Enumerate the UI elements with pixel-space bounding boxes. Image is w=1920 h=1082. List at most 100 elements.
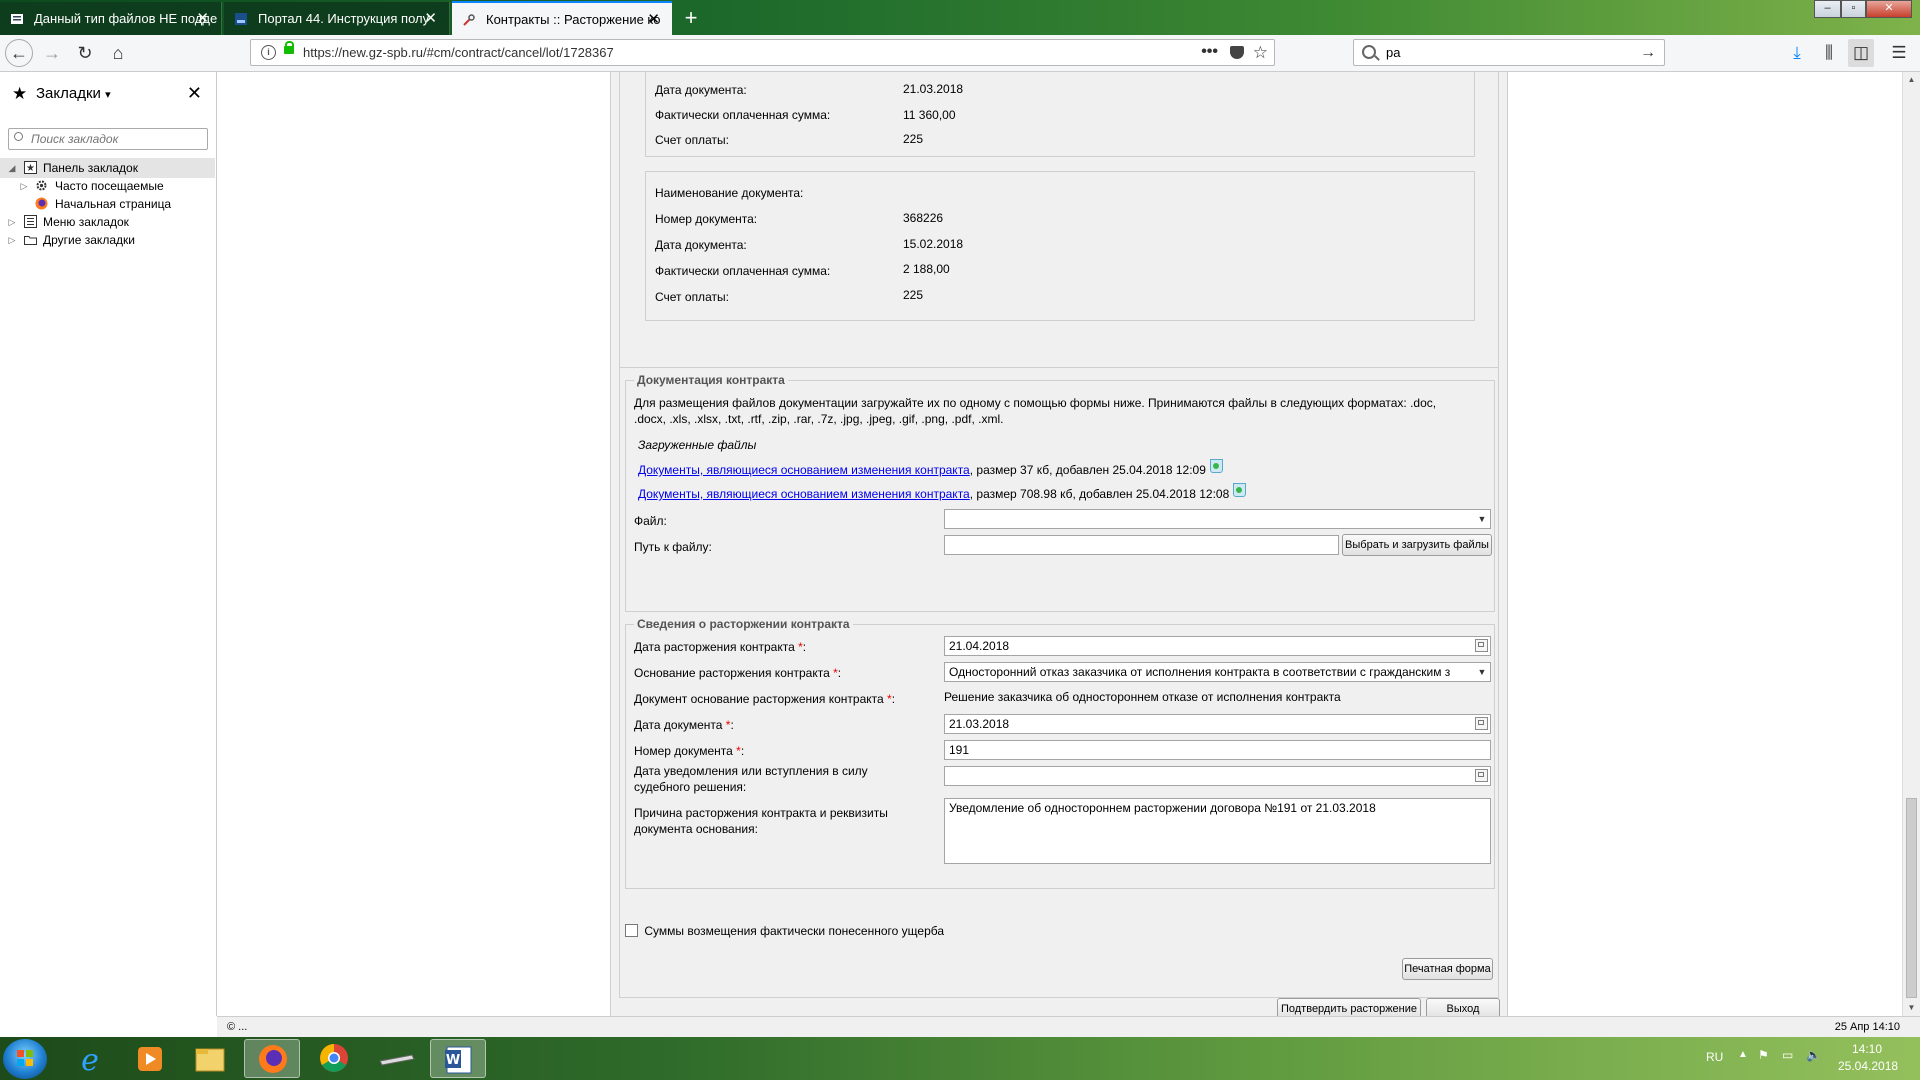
chevron-down-icon: ▾ [105,89,111,101]
doc-date-label: Дата документа: [655,83,747,97]
scroll-down-icon[interactable]: ▼ [1903,1000,1920,1016]
account-value: 225 [903,132,924,146]
sidebar-header: ★ Закладки ▾ ✕ [0,82,216,108]
word-icon: W [445,1046,472,1074]
bookmarks-sidebar: ★ Закладки ▾ ✕ ◢ ★ Панель закладок ▷ Час… [0,72,217,1016]
page-actions-icon[interactable]: ••• [1201,40,1218,63]
tree-item-most-visited[interactable]: ▷ Часто посещаемые [0,176,215,196]
search-go-icon[interactable]: → [1640,40,1656,65]
start-button[interactable] [3,1039,47,1079]
sidebar-title[interactable]: Закладки ▾ [36,82,111,107]
tree-item-bookmarks-menu[interactable]: ▷ Меню закладок [0,212,215,232]
window-close-button[interactable]: ✕ [1866,0,1912,18]
svg-text:W: W [446,1053,460,1068]
minimize-button[interactable]: – [1814,0,1841,18]
url-text[interactable]: https://new.gz-spb.ru/#cm/contract/cance… [303,40,614,65]
media-player-icon [138,1047,162,1071]
close-icon[interactable]: ✕ [647,3,660,35]
action-center-flag-icon[interactable]: ⚑ [1758,1048,1769,1062]
taskbar-ie[interactable]: e [62,1039,118,1078]
library-icon[interactable]: ⫼ [1816,39,1842,67]
pocket-icon[interactable] [1230,46,1244,59]
taskbar-chrome[interactable] [306,1039,362,1078]
bookmark-star-icon[interactable]: ☆ [1253,40,1268,65]
arrow-right-icon: → [43,43,61,63]
bookmarks-search[interactable] [8,128,208,150]
firefox-icon [259,1045,287,1073]
tray-time[interactable]: 14:10 [1852,1042,1882,1056]
internet-explorer-icon: e [81,1043,99,1078]
maximize-button[interactable]: ▫ [1841,0,1866,18]
new-tab-button[interactable]: + [676,3,706,33]
network-icon[interactable]: ▭ [1782,1048,1793,1062]
volume-icon[interactable]: 🔈 [1806,1048,1821,1062]
tab-3-title: Контракты :: Расторжение ко [486,12,661,27]
chrome-icon [320,1044,348,1072]
taskbar-word[interactable]: W [430,1039,486,1078]
doc-date-value: 15.02.2018 [903,237,964,251]
folder-icon [24,236,37,245]
tab-2[interactable]: Портал 44. Инструкция полу ✕ [224,2,450,35]
menu-list-icon [24,215,37,228]
reload-icon: ↻ [77,43,93,63]
doc-number-value: 368226 [903,211,944,225]
taskbar-explorer[interactable] [182,1039,238,1078]
scrollbar-thumb[interactable] [1906,798,1917,998]
expand-triangle-icon[interactable]: ▷ [7,212,17,232]
vertical-scrollbar[interactable]: ▲ ▼ [1902,72,1920,1016]
search-input[interactable]: ра [1386,40,1400,65]
close-icon[interactable]: ✕ [196,2,209,35]
tree-item-home-page[interactable]: Начальная страница [0,194,215,214]
taskbar-scanner[interactable] [368,1039,424,1078]
taskbar-media-player[interactable] [122,1039,178,1078]
navigation-bar: ← → ↻ ⌂ i https://new.gz-spb.ru/#cm/cont… [0,35,1920,72]
tree-item-bookmarks-toolbar[interactable]: ◢ ★ Панель закладок [0,158,215,178]
search-icon [14,132,23,141]
paid-amount-value: 2 188,00 [903,262,950,276]
url-bar[interactable]: i https://new.gz-spb.ru/#cm/contract/can… [250,39,1275,66]
info-icon[interactable]: i [261,45,276,60]
document-icon [11,14,23,24]
reload-button[interactable]: ↻ [71,39,99,67]
lock-icon[interactable] [284,41,294,54]
back-button[interactable]: ← [5,39,33,67]
sidebar-toggle-icon[interactable]: ◫ [1848,39,1874,67]
keyboard-language[interactable]: RU [1706,1050,1723,1064]
tray-date[interactable]: 25.04.2018 [1838,1059,1898,1073]
paid-amount-label: Фактически оплаченная сумма: [655,108,831,122]
tab-1-title: Данный тип файлов НЕ подде [34,11,218,26]
print-form-button[interactable]: Печатная форма [1402,958,1493,980]
exit-button[interactable]: Выход [1426,998,1500,1016]
doc-number-label: Номер документа: [655,212,758,226]
search-bar[interactable]: ра → [1353,39,1665,66]
tab-strip: Данный тип файлов НЕ подде ✕ Портал 44. … [0,0,1920,35]
collapse-triangle-icon[interactable]: ◢ [7,158,17,178]
menu-icon[interactable]: ☰ [1886,39,1912,67]
forward-button[interactable]: → [38,39,66,67]
windows-logo-icon [17,1050,33,1066]
tree-item-label: Другие закладки [43,233,135,247]
paid-amount-label: Фактически оплаченная сумма: [655,264,831,278]
tree-item-other-bookmarks[interactable]: ▷ Другие закладки [0,230,215,250]
expand-triangle-icon[interactable]: ▷ [19,176,29,196]
scroll-up-icon[interactable]: ▲ [1903,72,1920,88]
home-button[interactable]: ⌂ [104,39,132,67]
contract-cancel-panel: Дата документа: 21.03.2018 Фактически оп… [610,72,1508,1016]
bookmarks-toolbar-icon: ★ [24,161,37,174]
taskbar-firefox[interactable] [244,1039,300,1078]
folder-icon [195,1048,225,1072]
close-icon[interactable]: ✕ [424,2,437,35]
arrow-left-icon: ← [10,43,28,63]
bookmarks-search-input[interactable] [29,131,203,147]
status-datetime: 25 Апр 14:10 [1834,1021,1900,1033]
expand-triangle-icon[interactable]: ▷ [7,230,17,250]
confirm-termination-button[interactable]: Подтвердить расторжение [1277,998,1421,1016]
close-sidebar-icon[interactable]: ✕ [187,82,202,104]
paid-amount-value: 11 360,00 [903,108,956,122]
tab-1[interactable]: Данный тип файлов НЕ подде ✕ [0,2,222,35]
form-inner-border [619,368,1499,998]
tab-3-active[interactable]: Контракты :: Расторжение ко ✕ [452,1,672,35]
tray-expand-icon[interactable]: ▲ [1738,1049,1748,1060]
download-icon[interactable]: ⤓ [1784,39,1810,67]
tab-2-title: Портал 44. Инструкция полу [258,11,430,26]
